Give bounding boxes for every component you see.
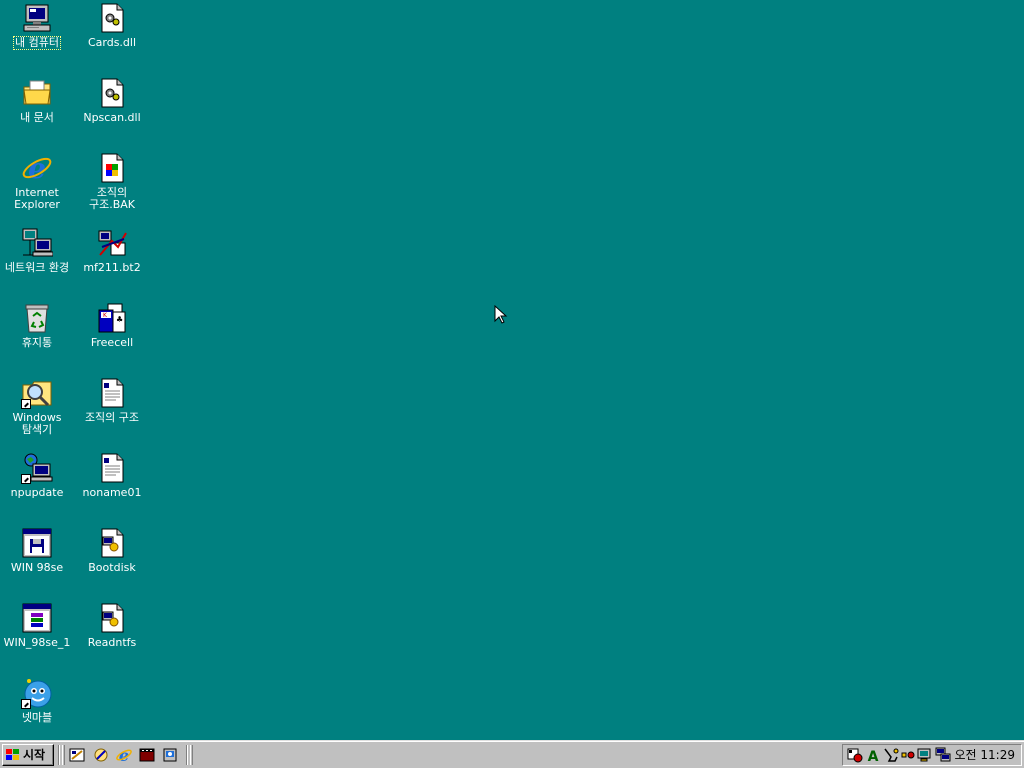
- desktop-icon-recycle-bin[interactable]: 휴지통: [0, 302, 74, 374]
- network-update-icon: [21, 452, 53, 484]
- batch-file-icon: [96, 602, 128, 634]
- desktop-icon-npupdate[interactable]: npupdate: [0, 452, 74, 524]
- my-computer-icon: [21, 2, 53, 34]
- archive-icon: [21, 602, 53, 634]
- icon-label: Cards.dll: [87, 36, 137, 49]
- icon-label: 조직의 구조.BAK: [88, 186, 136, 211]
- channels-icon[interactable]: [161, 746, 181, 764]
- desktop-icon-windows-explorer[interactable]: Windows 탐색기: [0, 377, 74, 449]
- display-icon[interactable]: [917, 747, 933, 763]
- icon-label: Windows 탐색기: [12, 411, 62, 436]
- dll-file-icon: [96, 2, 128, 34]
- svg-text:e: e: [28, 152, 46, 184]
- desktop-icon-my-documents[interactable]: 내 문서: [0, 77, 74, 149]
- internet-explorer-icon[interactable]: e: [115, 746, 135, 765]
- desktop-icon-network-neighborhood[interactable]: 네트워크 환경: [0, 227, 74, 299]
- recycle-bin-icon: [21, 302, 53, 334]
- tray-tool-icon[interactable]: [883, 747, 899, 763]
- desktop: 내 컴퓨터 내 문서 e Internet Explorer 네트워크 환경 휴…: [0, 0, 1024, 740]
- taskbar-clock[interactable]: 오전 11:29: [955, 745, 1015, 765]
- unknown-file-icon: [96, 227, 128, 259]
- icon-label: Internet Explorer: [14, 186, 60, 211]
- desktop-icon-readntfs[interactable]: Readntfs: [75, 602, 149, 674]
- desktop-icon-win98se-1[interactable]: WIN_98se_1: [0, 602, 74, 674]
- system-tray: A 오전 11:29: [842, 744, 1022, 766]
- svg-text:A: A: [868, 749, 879, 763]
- backup-file-icon: [96, 152, 128, 184]
- document-icon: [96, 452, 128, 484]
- my-documents-icon: [21, 77, 53, 109]
- icon-label: Bootdisk: [88, 561, 136, 574]
- shortcut-arrow-icon: [21, 699, 31, 709]
- desktop-icon-org-structure[interactable]: 조직의 구조: [75, 377, 149, 449]
- dll-file-icon: [96, 77, 128, 109]
- start-button[interactable]: 시작: [2, 744, 54, 766]
- icon-label: 조직의 구조: [84, 411, 140, 424]
- windows-explorer-icon: [21, 377, 53, 409]
- icon-label: 내 컴퓨터: [13, 36, 61, 50]
- tray-app-icon[interactable]: [847, 747, 863, 763]
- internet-explorer-icon: e: [21, 152, 53, 185]
- desktop-icon-internet-explorer[interactable]: e Internet Explorer: [0, 152, 74, 224]
- batch-file-icon: [96, 527, 128, 559]
- network-neighborhood-icon: [21, 227, 54, 259]
- desktop-icon-bak-file[interactable]: 조직의 구조.BAK: [75, 152, 149, 224]
- shortcut-arrow-icon: [21, 399, 31, 409]
- volume-icon[interactable]: [901, 747, 917, 763]
- document-icon: [96, 377, 128, 409]
- icon-label: Freecell: [90, 336, 134, 349]
- desktop-icon-bootdisk[interactable]: Bootdisk: [75, 527, 149, 599]
- svg-text:♣: ♣: [116, 315, 123, 324]
- desktop-icon-my-computer[interactable]: 내 컴퓨터: [0, 2, 74, 74]
- desktop-icon-npscan-dll[interactable]: Npscan.dll: [75, 77, 149, 149]
- shortcut-arrow-icon: [21, 474, 31, 484]
- taskbar: 시작 e A 오전 11:29: [0, 740, 1024, 768]
- desktop-icon-freecell[interactable]: K ♣ Freecell: [75, 302, 149, 374]
- icon-label: WIN 98se: [10, 561, 64, 574]
- icon-label: 넷마블: [21, 711, 53, 724]
- taskbar-separator: [186, 745, 188, 765]
- taskbar-separator: [58, 745, 60, 765]
- quick-launch-grip[interactable]: [62, 745, 65, 765]
- icon-label: 내 문서: [20, 111, 54, 124]
- icon-label: mf211.bt2: [83, 261, 141, 274]
- desktop-icon-mf211[interactable]: mf211.bt2: [75, 227, 149, 299]
- desktop-icon-noname01[interactable]: noname01: [75, 452, 149, 524]
- desktop-icon-netmarble[interactable]: 넷마블: [0, 677, 74, 749]
- icon-label: Readntfs: [87, 636, 137, 649]
- start-label: 시작: [23, 748, 46, 762]
- desktop-icon-win98se[interactable]: WIN 98se: [0, 527, 74, 599]
- mouse-cursor-icon: [494, 304, 508, 328]
- icon-label: noname01: [82, 486, 142, 499]
- task-area-grip[interactable]: [190, 745, 193, 765]
- netmarble-icon: [21, 677, 53, 709]
- icon-label: WIN_98se_1: [3, 636, 71, 649]
- freecell-icon: K ♣: [96, 302, 128, 334]
- windows-logo-icon: [6, 748, 20, 762]
- icon-label: 네트워크 환경: [4, 261, 70, 274]
- network-icon[interactable]: [935, 747, 951, 763]
- outlook-express-icon[interactable]: [92, 746, 112, 764]
- show-desktop-icon[interactable]: [68, 746, 88, 764]
- media-player-icon[interactable]: [138, 746, 158, 764]
- icon-label: npupdate: [10, 486, 64, 499]
- icon-label: Npscan.dll: [83, 111, 141, 124]
- font-icon[interactable]: A: [865, 747, 881, 765]
- disk-image-icon: [21, 527, 53, 559]
- icon-label: 휴지통: [21, 336, 53, 349]
- svg-text:e: e: [119, 746, 129, 764]
- desktop-icon-cards-dll[interactable]: Cards.dll: [75, 2, 149, 74]
